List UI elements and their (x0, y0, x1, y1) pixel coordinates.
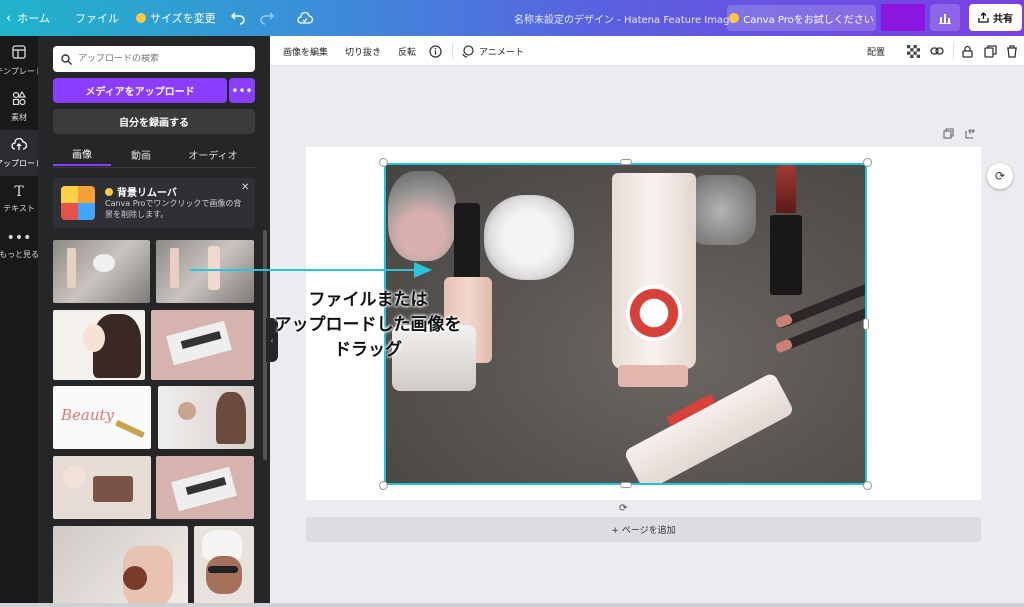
instruction-line: アップロードした画像を (274, 315, 462, 335)
drag-arrow (190, 262, 432, 278)
instruction-line: ファイルまたは (308, 290, 428, 310)
horizontal-scrollbar[interactable] (0, 603, 1024, 607)
instruction-line: ドラッグ (334, 340, 402, 360)
drag-instruction: ファイルまたは アップロードした画像を ドラッグ (268, 288, 468, 363)
